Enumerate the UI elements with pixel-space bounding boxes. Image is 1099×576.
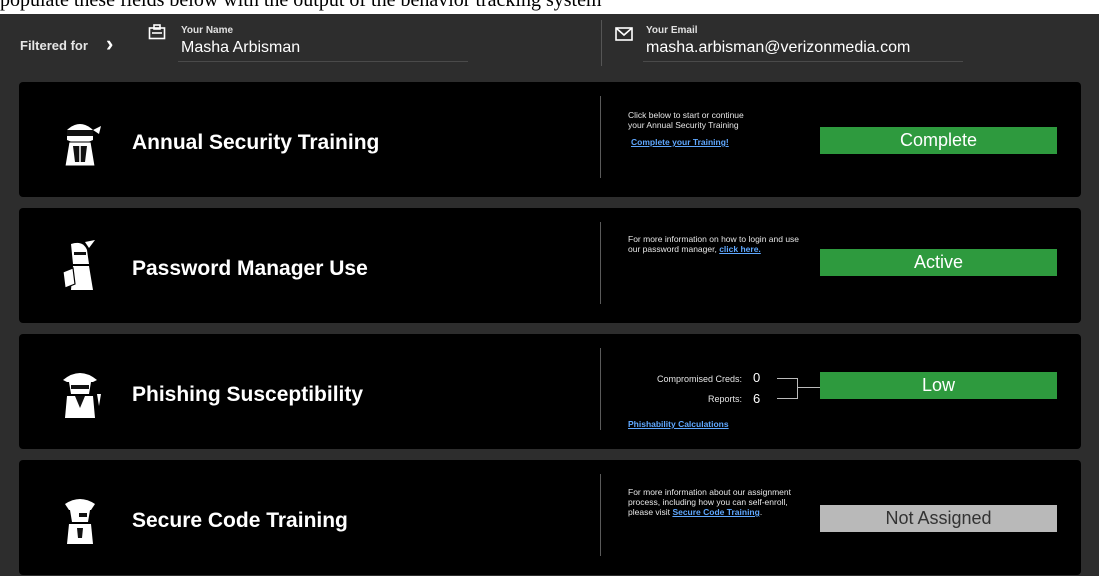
top-cut-text: populate these fields below with the out… [0,0,602,11]
card-divider [600,348,601,430]
secure-code-training-link[interactable]: Secure Code Training [672,507,759,517]
card-divider [600,222,601,304]
card-divider [600,96,601,178]
card-title: Secure Code Training [132,509,348,532]
name-underline [178,61,468,62]
reports-label: Reports: [707,394,742,404]
complete-training-link[interactable]: Complete your Training! [631,137,729,147]
top-cut-text-strip: populate these fields below with the out… [0,0,1099,14]
metrics-connector [798,387,820,388]
pirate-avatar-icon [65,499,95,544]
filter-bar: Filtered for › Your Name Masha Arbisman … [0,14,1099,72]
envelope-icon [615,27,633,41]
card-description-suffix: . [759,507,763,517]
card-description: For more information about our assignmen… [628,487,803,517]
metrics-bracket [777,378,798,399]
filtered-for-label: Filtered for [20,38,88,53]
id-badge-icon [148,24,166,40]
spy-avatar-icon [63,373,101,418]
compromised-creds-label: Compromised Creds: [656,374,742,384]
card-title: Phishing Susceptibility [132,383,364,406]
card-description: Click below to start or continue your An… [628,110,758,147]
name-label: Your Name [181,25,234,36]
name-value[interactable]: Masha Arbisman [181,39,300,57]
card-title: Annual Security Training [132,131,380,154]
compromised-creds-value: 0 [753,370,761,385]
status-badge: Low [820,372,1057,399]
card-password-manager-use: Password Manager Use For more informatio… [19,208,1081,323]
status-badge: Active [820,249,1057,276]
status-badge: Complete [820,127,1057,154]
password-manager-link[interactable]: click here. [719,244,761,254]
knight-avatar-icon [62,240,95,290]
card-description-text: For more information on how to login and… [628,234,800,254]
card-secure-code-training: Secure Code Training For more informatio… [19,460,1081,575]
phishability-calculations-link[interactable]: Phishability Calculations [628,419,729,429]
card-title: Password Manager Use [132,257,368,280]
email-label: Your Email [646,25,698,36]
card-divider [600,474,601,556]
email-value[interactable]: masha.arbisman@verizonmedia.com [646,39,910,57]
filter-divider [601,20,602,66]
chevron-right-icon[interactable]: › [106,33,113,55]
reports-value: 6 [753,391,761,406]
status-badge: Not Assigned [820,505,1057,532]
card-description: For more information on how to login and… [628,234,803,254]
ninja-avatar-icon [64,124,101,167]
card-annual-security-training: Annual Security Training Click below to … [19,82,1081,197]
email-underline [643,61,963,62]
card-phishing-susceptibility: Phishing Susceptibility Compromised Cred… [19,334,1081,449]
card-description-text: Click below to start or continue your An… [628,110,744,130]
